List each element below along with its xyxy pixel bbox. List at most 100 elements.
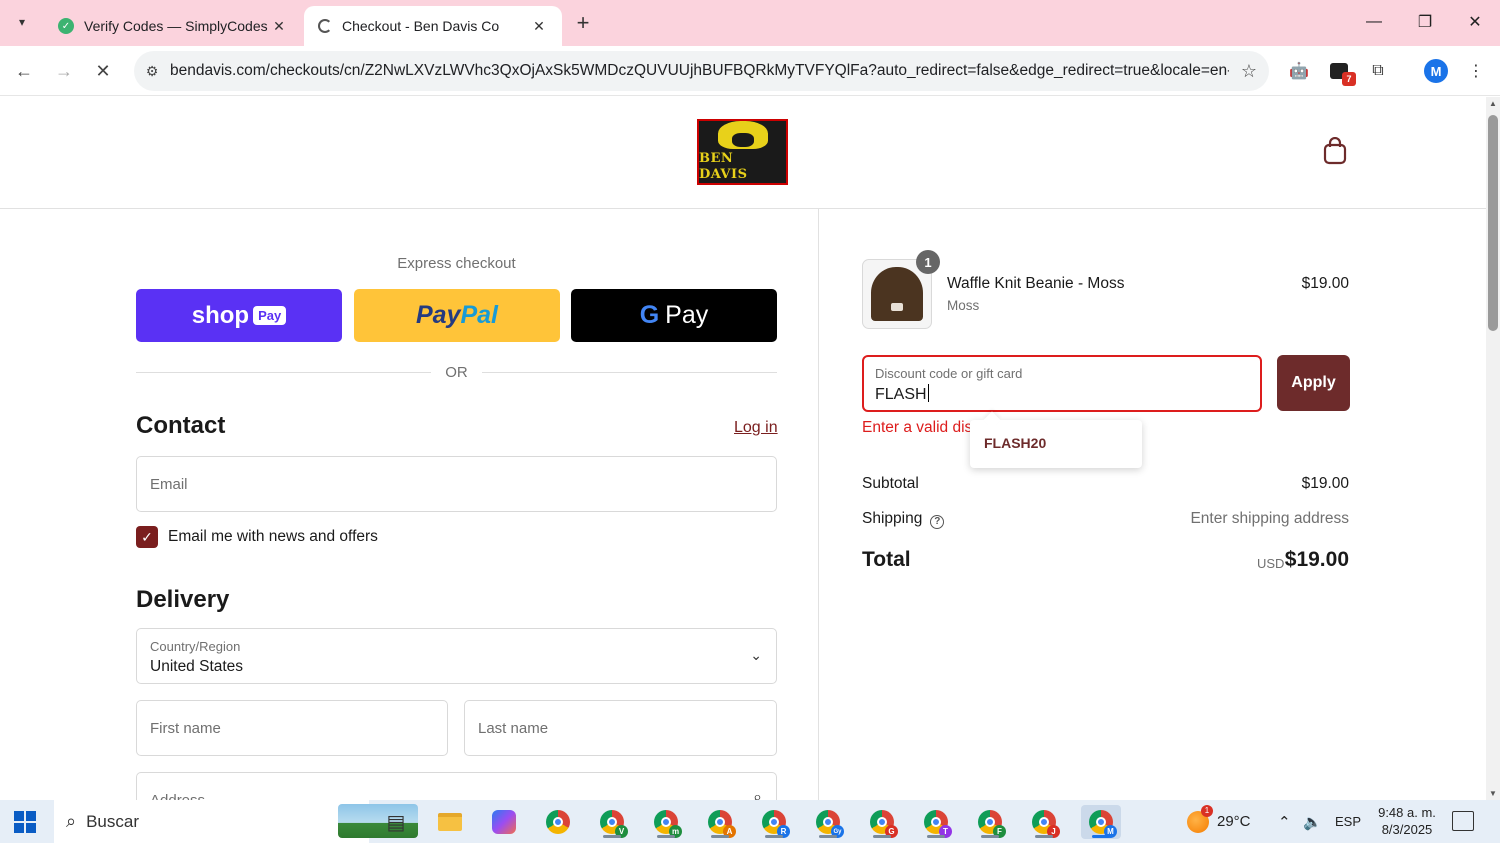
page-header: BEN DAVIS (0, 97, 1486, 209)
subtotal-value: $19.00 (1301, 475, 1349, 492)
notification-icon[interactable] (1452, 811, 1474, 831)
paypal-button[interactable]: Pay Pal (354, 289, 560, 342)
google-g-icon: G (639, 301, 660, 329)
chrome-profile-r-icon[interactable]: R (757, 805, 791, 839)
google-pay-button[interactable]: G Pay (571, 289, 777, 342)
menu-dots-icon[interactable]: ⋮ (1463, 58, 1489, 84)
ben-davis-logo[interactable]: BEN DAVIS (697, 119, 788, 185)
scroll-down-icon[interactable]: ▼ (1489, 789, 1497, 798)
total-value: $19.00 (1284, 548, 1349, 571)
paypal-text-a: Pay (415, 301, 461, 329)
clock-time: 9:48 a. m. (1378, 805, 1436, 820)
shop-pay-button[interactable]: shop Pay (136, 289, 342, 342)
scrollbar-thumb[interactable] (1488, 115, 1498, 331)
email-field[interactable]: Email (136, 456, 777, 512)
chrome-profile-j-icon[interactable]: J (1027, 805, 1061, 839)
chrome-profile-gy-icon[interactable]: Gy (811, 805, 845, 839)
minimize-button[interactable]: — (1354, 8, 1394, 36)
volume-icon[interactable]: 🔈 (1303, 800, 1322, 843)
address-bar[interactable]: ⚙ bendavis.com/checkouts/cn/Z2NwLXVzLWVh… (134, 51, 1269, 91)
discount-code-input[interactable]: Discount code or gift card FLASH (862, 355, 1262, 412)
product-variant: Moss (947, 298, 980, 313)
product-price: $19.00 (1301, 275, 1349, 292)
language-indicator[interactable]: ESP (1335, 800, 1361, 843)
address-field[interactable]: Address ⌕ (136, 772, 777, 800)
discount-value: FLASH (875, 384, 929, 404)
discount-value-text: FLASH (875, 386, 927, 403)
forward-icon[interactable]: → (50, 57, 78, 85)
country-select[interactable]: Country/Region United States ⌄ (136, 628, 777, 684)
info-icon[interactable]: ? (930, 514, 945, 529)
checkout-page: BEN DAVIS Express checkout shop Pay Pay P… (0, 97, 1486, 800)
product-name: Waffle Knit Beanie - Moss (947, 275, 1125, 292)
first-name-field[interactable]: First name (136, 700, 448, 756)
windows-start-icon[interactable] (14, 811, 36, 833)
address-placeholder: Address (150, 792, 205, 800)
shop-pay-text: shop (191, 301, 250, 329)
delivery-heading: Delivery (136, 586, 230, 613)
shipping-value: Enter shipping address (1190, 510, 1349, 527)
chrome-profile-a-icon[interactable]: A (703, 805, 737, 839)
tab-search-icon[interactable]: ▾ (10, 10, 34, 34)
tab-title: Checkout - Ben Davis Co (342, 18, 500, 34)
taskbar-search[interactable]: ⌕ Buscar (54, 800, 418, 843)
url-text[interactable]: bendavis.com/checkouts/cn/Z2NwLXVzLWVhc3… (170, 62, 1229, 80)
chevron-down-icon: ⌄ (750, 647, 762, 663)
paypal-text-b: Pal (460, 301, 498, 329)
tab-simplycodes[interactable]: ✓ Verify Codes — SimplyCodes ✕ (44, 6, 302, 46)
shipping-row: Shipping? (862, 510, 945, 529)
extension-icon[interactable]: 🤖 (1286, 58, 1312, 84)
chrome-profile-m-icon[interactable]: m (649, 805, 683, 839)
newsletter-label: Email me with news and offers (168, 528, 378, 545)
taskbar-search-text: Buscar (86, 811, 140, 831)
loading-icon (318, 19, 332, 33)
new-tab-button[interactable]: + (570, 10, 596, 36)
task-view-icon[interactable]: ▤ (379, 805, 413, 839)
page-scrollbar[interactable]: ▲ ▼ (1486, 97, 1500, 800)
chrome-profile-m-active-icon[interactable]: M (1081, 805, 1121, 839)
stop-loading-icon[interactable]: ✕ (89, 57, 117, 85)
search-icon: ⌕ (753, 789, 762, 800)
apply-button[interactable]: Apply (1277, 355, 1350, 411)
scroll-up-icon[interactable]: ▲ (1489, 99, 1497, 108)
restore-button[interactable]: ❐ (1405, 8, 1445, 36)
country-label: Country/Region (150, 639, 241, 654)
puzzle-icon[interactable]: ⧉ (1365, 58, 1391, 84)
copilot-icon[interactable] (487, 805, 521, 839)
windows-taskbar: ⌕ Buscar ▤ V m A R Gy G T F J M 1 29°C ⌃… (0, 800, 1500, 843)
close-tab-icon[interactable]: ✕ (270, 17, 288, 35)
autocomplete-suggestion[interactable]: FLASH20 (984, 435, 1046, 451)
clock[interactable]: 9:48 a. m. 8/3/2025 (1376, 804, 1438, 838)
close-tab-icon[interactable]: ✕ (530, 17, 548, 35)
newsletter-checkbox[interactable]: ✓ (136, 526, 158, 548)
contact-heading: Contact (136, 412, 226, 439)
bookmark-star-icon[interactable]: ☆ (1229, 61, 1269, 82)
google-pay-text: Pay (665, 301, 709, 329)
chrome-profile-f-icon[interactable]: F (973, 805, 1007, 839)
weather-widget[interactable]: 1 29°C (1187, 800, 1251, 843)
chevron-up-icon[interactable]: ⌃ (1278, 800, 1291, 843)
chrome-profile-g-icon[interactable]: G (865, 805, 899, 839)
last-name-field[interactable]: Last name (464, 700, 777, 756)
tab-checkout[interactable]: Checkout - Ben Davis Co ✕ (304, 6, 562, 46)
weather-badge: 1 (1201, 804, 1213, 817)
login-link[interactable]: Log in (734, 419, 778, 437)
file-explorer-icon[interactable] (433, 805, 467, 839)
close-window-button[interactable]: ✕ (1455, 8, 1495, 36)
cart-bag-icon[interactable] (1322, 137, 1348, 165)
search-icon: ⌕ (66, 811, 77, 831)
quantity-badge: 1 (916, 250, 940, 274)
shipping-label: Shipping (862, 510, 923, 527)
profile-avatar[interactable]: M (1424, 59, 1448, 83)
logo-text: BEN DAVIS (699, 151, 748, 182)
extension-counter-icon[interactable]: 7 (1326, 58, 1356, 86)
chrome-profile-t-icon[interactable]: T (919, 805, 953, 839)
express-checkout-label: Express checkout (397, 255, 516, 272)
or-label: OR (445, 363, 468, 381)
or-divider: OR (136, 362, 777, 382)
chrome-profile-v-icon[interactable]: V (595, 805, 629, 839)
back-icon[interactable]: ← (10, 57, 38, 85)
chrome-icon[interactable] (541, 805, 575, 839)
weather-temp: 29°C (1217, 813, 1251, 830)
site-info-icon[interactable]: ⚙ (134, 63, 170, 80)
